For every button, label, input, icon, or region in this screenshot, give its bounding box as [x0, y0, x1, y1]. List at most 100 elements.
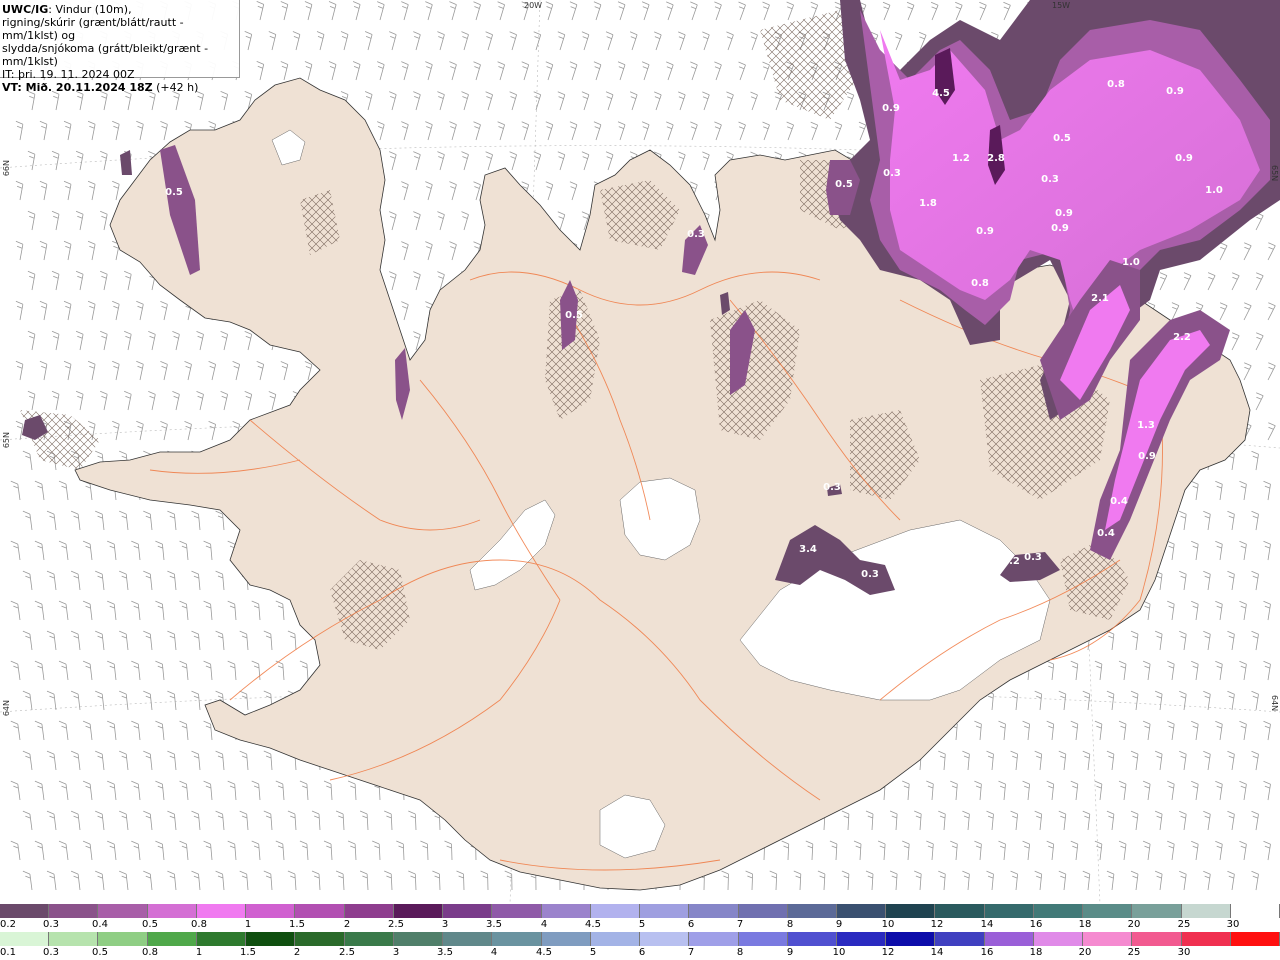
snowfall-value: 0.4 — [1097, 528, 1115, 539]
snowfall-value: 0.3 — [687, 229, 705, 240]
legend-label: 12 — [881, 947, 895, 958]
legend-swatch — [492, 904, 542, 918]
legend-swatch — [0, 904, 50, 918]
legend-swatch — [590, 932, 641, 946]
legend-label: 3.5 — [437, 947, 453, 958]
coord-right-65n: 65N — [1270, 165, 1279, 182]
snowfall-value: 0.5 — [1053, 133, 1071, 144]
legend-swatch — [1132, 904, 1182, 918]
legend-swatch — [1132, 932, 1182, 946]
legend-label: 0.3 — [43, 947, 59, 958]
snowfall-value: 0.5 — [165, 187, 183, 198]
coord-15w: 15W — [1052, 1, 1071, 10]
legend-swatch — [196, 904, 247, 918]
legend-swatch — [0, 932, 50, 946]
snowfall-value: 0.5 — [565, 310, 583, 321]
snowfall-value: 1.3 — [1137, 420, 1155, 431]
legend-label: 16 — [980, 947, 994, 958]
snowfall-value: 0.5 — [835, 179, 853, 190]
title-line3: slydda/snjókoma (grátt/bleikt/grænt - mm… — [2, 42, 209, 68]
coord-left-66n: 66N — [2, 160, 11, 177]
legend-swatch — [344, 932, 394, 946]
snowfall-value: 0.8 — [1107, 79, 1125, 90]
legend-swatch — [344, 904, 394, 918]
legend-label: 2 — [293, 947, 301, 958]
legend-swatch — [590, 904, 641, 918]
legend-label: 0.1 — [0, 947, 16, 958]
legend-swatch — [541, 932, 591, 946]
legend-label: 4 — [540, 919, 548, 930]
legend-label: 12 — [930, 919, 944, 930]
legend-swatch — [98, 932, 148, 946]
legend-swatch — [295, 932, 345, 946]
coord-left-65n: 65N — [2, 432, 11, 449]
snowfall-value: 0.3 — [1041, 174, 1059, 185]
legend-label: 9 — [835, 919, 843, 930]
forecast-offset: (+42 h) — [152, 81, 199, 94]
legend-swatch — [738, 932, 788, 946]
title-line2: rigning/skúrir (grænt/blátt/rautt - mm/1… — [2, 16, 184, 42]
legend-swatch — [443, 932, 493, 946]
legend-label: 2 — [343, 919, 351, 930]
legend-swatch — [98, 904, 148, 918]
legend-swatch — [787, 932, 837, 946]
legend-swatch — [1230, 932, 1280, 946]
snowfall-value: 0.9 — [976, 226, 994, 237]
legend-swatch — [1230, 904, 1280, 918]
legend-label: 10 — [832, 947, 846, 958]
legend-swatch — [984, 904, 1034, 918]
snowfall-value: 0.3 — [883, 168, 901, 179]
legend-swatch — [787, 904, 837, 918]
coord-right-64n: 64N — [1270, 695, 1279, 712]
weather-map: 4.5 0.9 1.2 2.8 0.3 0.5 1.8 0.9 0.8 0.8 0.9 0.5 0.3 0… — [0, 0, 1280, 904]
legend-label: 4.5 — [585, 919, 601, 930]
rain-legend-colorbar — [0, 932, 1280, 946]
legend-label: 10 — [881, 919, 895, 930]
legend-label: 16 — [1029, 919, 1043, 930]
legend-label: 9 — [786, 947, 794, 958]
legend-swatch — [886, 932, 936, 946]
snowfall-value: 0.3 — [823, 482, 841, 493]
legend-swatch — [640, 904, 690, 918]
snowfall-value: 0.9 — [1138, 451, 1156, 462]
legend-label: 5 — [638, 919, 646, 930]
snowfall-value: 2.1 — [1091, 293, 1109, 304]
model-name: UWC/IG — [2, 3, 49, 16]
legend-swatch — [689, 932, 739, 946]
legend-label: 1.5 — [240, 947, 256, 958]
legend-label: 14 — [980, 919, 994, 930]
legend-swatch — [984, 932, 1034, 946]
coord-20w: 20W — [524, 1, 543, 10]
legend-label: 18 — [1078, 919, 1092, 930]
legend-swatch — [1083, 904, 1133, 918]
snowfall-value: 0.2 — [1002, 556, 1020, 567]
legend-swatch — [49, 904, 99, 918]
legend-label: 3.5 — [486, 919, 502, 930]
legend-swatch — [295, 904, 345, 918]
snowfall-value: 1.0 — [1205, 185, 1223, 196]
legend-swatch — [640, 932, 690, 946]
legend-swatch — [1033, 932, 1084, 946]
snowfall-value: 4.5 — [932, 88, 950, 99]
legend-swatch — [689, 904, 739, 918]
snowfall-value: 0.9 — [1055, 208, 1073, 219]
legend-label: 2.5 — [339, 947, 355, 958]
coord-left-64n: 64N — [2, 700, 11, 717]
legend-label: 0.3 — [43, 919, 59, 930]
legend-swatch — [1033, 904, 1084, 918]
legend-swatch — [541, 904, 591, 918]
legend-label: 7 — [687, 947, 695, 958]
snow-legend-labels: 0.2 0.3 0.4 0.5 0.8 1 1.5 2 2.5 3 3.5 4 4.5 5 6 7 8 9 10 12… — [0, 918, 1280, 932]
snowfall-value: 0.9 — [1166, 86, 1184, 97]
legend-label: 1 — [195, 947, 203, 958]
legend-label: 6 — [687, 919, 695, 930]
legend-swatch — [246, 904, 296, 918]
legend-label: 8 — [736, 947, 744, 958]
legend-swatch — [1083, 932, 1133, 946]
legend-swatch — [196, 932, 247, 946]
snowfall-value: 2.2 — [1173, 332, 1191, 343]
legend-swatch — [393, 932, 444, 946]
legend-label: 3 — [392, 947, 400, 958]
snow-legend: 0.2 0.3 0.4 0.5 0.8 1 1.5 2 2.5 3 3.5 4 4.5 5 6 7 8 9 10 12… — [0, 904, 1280, 932]
legend-label: 0.8 — [191, 919, 207, 930]
